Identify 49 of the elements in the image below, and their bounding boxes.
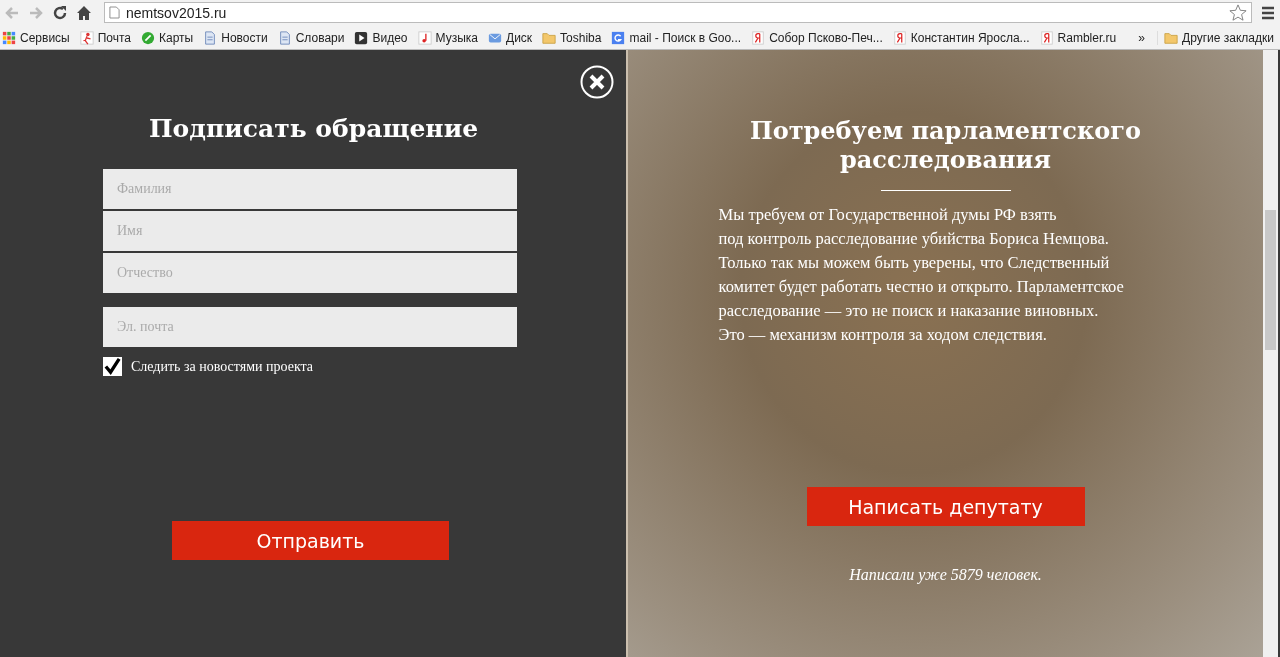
bookmark-item[interactable]: Карты	[141, 30, 194, 45]
y-letter-icon	[892, 30, 907, 45]
folder-icon	[542, 30, 557, 45]
input-field[interactable]: Отчество	[103, 253, 517, 293]
y-letter-icon	[1039, 30, 1054, 45]
input-field[interactable]: Имя	[103, 211, 517, 251]
document-icon	[277, 30, 292, 45]
appeal-title: Потребуем парламентского расследования	[749, 116, 1142, 174]
input-field[interactable]: Эл. почта	[103, 307, 517, 347]
form-title: Подписать обращение	[149, 114, 479, 143]
home-icon[interactable]	[76, 4, 92, 21]
document-icon	[203, 30, 218, 45]
input-field[interactable]: Фамилия	[103, 169, 517, 209]
reload-icon[interactable]	[52, 4, 68, 21]
star-icon[interactable]	[1229, 3, 1247, 22]
music-note-icon	[417, 30, 432, 45]
bookmark-item[interactable]: Другие закладки	[1157, 30, 1280, 45]
url-text: nemtsov2015.ru	[126, 4, 228, 21]
checkbox[interactable]	[103, 357, 122, 376]
bookmark-item[interactable]: Диск	[488, 30, 533, 45]
apps-grid-icon	[2, 30, 16, 45]
more-bookmarks-button[interactable]: »	[1138, 30, 1146, 45]
bookmark-item[interactable]: Rambler.ru	[1039, 30, 1117, 45]
bookmark-item[interactable]: Видео	[354, 30, 408, 45]
checkbox-label: Следить за новостями проекта	[131, 358, 313, 375]
submit-button[interactable]: Отправить	[172, 521, 449, 560]
appeal-text: Мы требуем от Государственной думы РФ взять под контроль расследование убийства Бориса Немцова. Только так мы можем быть уверены, что Следственный комитет будет работать честно и открыто. Парламентское расследование — это не поиск и наказание виновных. Это — механизм контроля за ходом следствия.	[717, 204, 1125, 346]
close-icon[interactable]	[580, 65, 614, 99]
bookmark-item[interactable]: Собор Псково-Печ...	[751, 30, 883, 45]
y-letter-icon	[751, 30, 766, 45]
scrollbar[interactable]	[1263, 50, 1278, 657]
bookmark-item[interactable]: Музыка	[417, 30, 478, 45]
menu-icon[interactable]	[1260, 4, 1276, 21]
signature-count: Написали уже 5879 человек.	[849, 566, 1042, 584]
write-deputy-button[interactable]: Написать депутату	[806, 487, 1085, 526]
bookmark-item[interactable]: mail - Поиск в Goo...	[611, 30, 742, 45]
g-letter-icon	[611, 30, 626, 45]
bookmark-item[interactable]: Константин Яросла...	[892, 30, 1030, 45]
bookmark-item[interactable]: Почта	[79, 30, 132, 45]
play-icon	[354, 30, 369, 45]
page-icon	[109, 6, 120, 19]
bookmark-item[interactable]: Новости	[203, 30, 268, 45]
bookmark-item[interactable]: Словари	[277, 30, 345, 45]
running-figure-icon	[79, 30, 94, 45]
scroll-thumb[interactable]	[1265, 210, 1276, 350]
address-bar[interactable]: nemtsov2015.ru	[104, 2, 1252, 23]
folder-icon	[1164, 30, 1179, 45]
bookmark-item[interactable]: Toshiba	[542, 30, 602, 45]
bookmark-item[interactable]: Сервисы	[2, 30, 70, 45]
